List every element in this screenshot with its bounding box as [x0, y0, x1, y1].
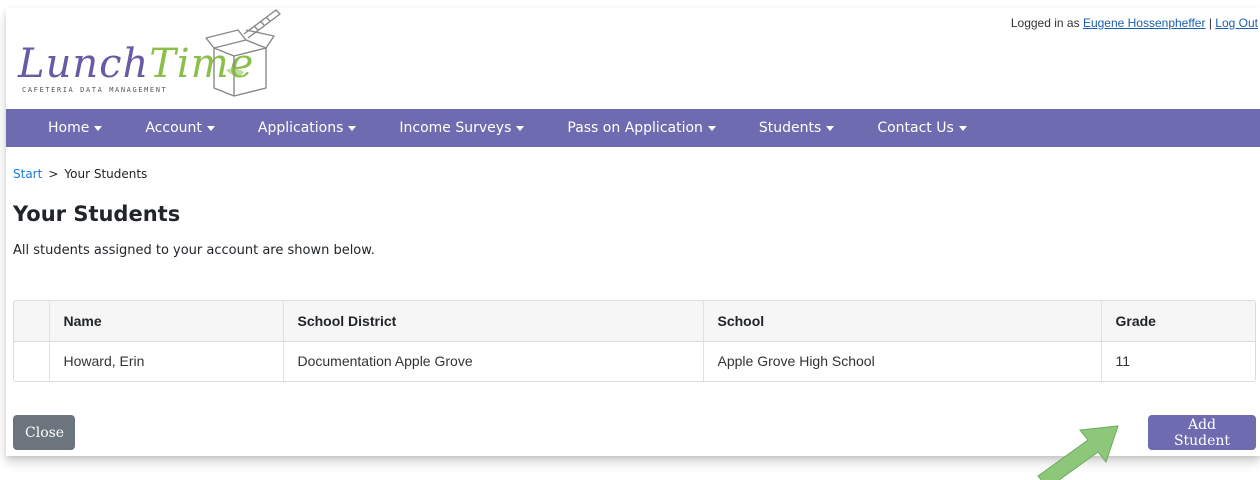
caret-down-icon — [348, 125, 357, 131]
nav-item-students[interactable]: Students — [758, 120, 835, 136]
main-nav: Home Account Applications Income Surveys… — [6, 109, 1260, 147]
table-header-row: Name School District School Grade — [14, 301, 1255, 342]
breadcrumb: Start > Your Students — [13, 167, 147, 181]
nav-item-account[interactable]: Account — [145, 120, 215, 136]
breadcrumb-start-link[interactable]: Start — [13, 167, 42, 181]
app-window: LunchTime Cafeteria Data Management Logg… — [6, 8, 1260, 456]
caret-down-icon — [94, 125, 103, 131]
nav-item-pass-on-application[interactable]: Pass on Application — [567, 120, 716, 136]
nav-item-income-surveys[interactable]: Income Surveys — [399, 120, 525, 136]
nav-item-home[interactable]: Home — [48, 120, 103, 136]
logout-link[interactable]: Log Out — [1215, 16, 1258, 30]
user-profile-link[interactable]: Eugene Hossenpheffer — [1083, 16, 1206, 30]
logo-tagline: Cafeteria Data Management — [22, 86, 168, 94]
nav-item-applications[interactable]: Applications — [258, 120, 357, 136]
caret-down-icon — [707, 125, 716, 131]
caret-down-icon — [826, 125, 835, 131]
login-status: Logged in as Eugene Hossenpheffer | Log … — [1011, 16, 1258, 30]
breadcrumb-current: Your Students — [64, 167, 148, 181]
table-row[interactable]: Howard, Erin Documentation Apple Grove A… — [14, 341, 1255, 381]
header: LunchTime Cafeteria Data Management Logg… — [6, 8, 1260, 108]
column-header-grade[interactable]: Grade — [1101, 301, 1255, 342]
cell-school-district: Documentation Apple Grove — [283, 341, 704, 381]
logo-word-lunch: Lunch — [18, 41, 150, 87]
login-prefix: Logged in as — [1010, 16, 1080, 30]
cell-grade: 11 — [1115, 353, 1131, 370]
breadcrumb-separator: > — [48, 167, 59, 181]
close-button[interactable]: Close — [13, 415, 75, 450]
nav-item-label: Home — [48, 120, 90, 136]
nav-item-label: Income Surveys — [399, 120, 512, 136]
column-header-select — [14, 301, 50, 342]
students-table: Name School District School Grade Howard… — [13, 300, 1256, 382]
lunchbox-icon — [205, 9, 281, 97]
column-header-school[interactable]: School — [703, 301, 1102, 342]
nav-item-label: Students — [758, 120, 822, 136]
page-description: All students assigned to your account ar… — [13, 243, 375, 258]
column-header-school-district[interactable]: School District — [283, 301, 704, 342]
page-title: Your Students — [13, 202, 181, 226]
login-separator: | — [1208, 16, 1212, 30]
cell-school: Apple Grove High School — [703, 341, 1102, 381]
nav-item-label: Pass on Application — [567, 120, 703, 136]
lunchtime-logo[interactable]: LunchTime Cafeteria Data Management — [18, 8, 281, 103]
nav-item-contact-us[interactable]: Contact Us — [877, 120, 967, 136]
add-student-button[interactable]: Add Student — [1148, 415, 1256, 450]
caret-down-icon — [516, 125, 525, 131]
nav-item-label: Applications — [257, 120, 344, 136]
nav-item-label: Account — [145, 120, 202, 136]
row-select-cell[interactable] — [14, 341, 50, 381]
cell-name: Howard, Erin — [49, 341, 284, 381]
caret-down-icon — [958, 125, 967, 131]
caret-down-icon — [206, 125, 215, 131]
nav-item-label: Contact Us — [877, 120, 954, 136]
arrow-up-right-icon — [1037, 425, 1119, 480]
column-header-name[interactable]: Name — [49, 301, 284, 342]
